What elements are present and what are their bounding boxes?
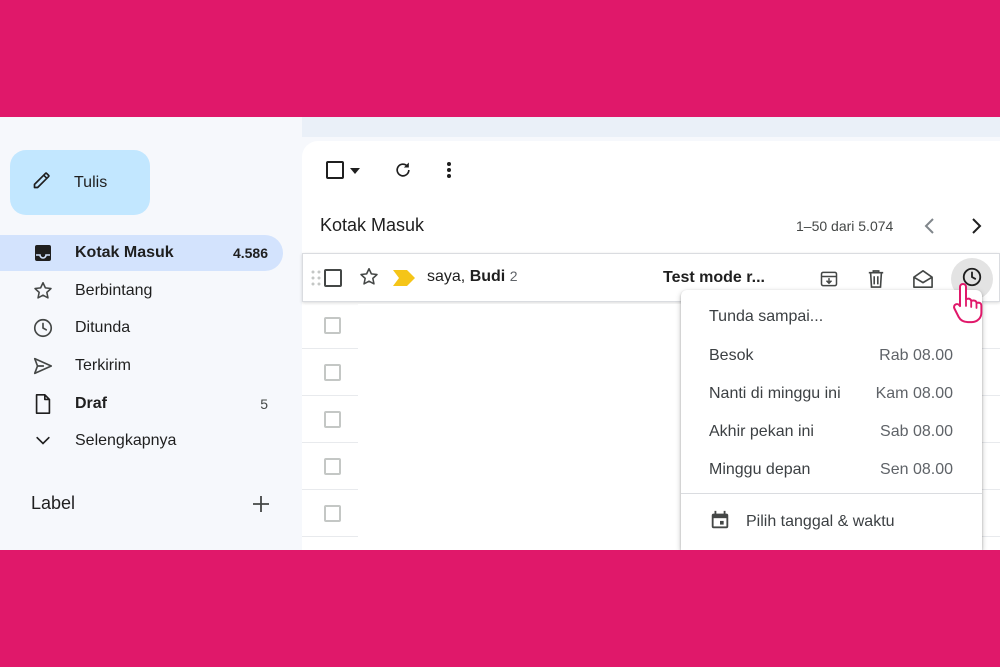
checkbox-icon	[326, 161, 344, 179]
menu-divider	[681, 493, 982, 494]
archive-icon[interactable]	[816, 266, 842, 292]
row-checkbox[interactable]	[324, 505, 341, 522]
draft-count: 5	[260, 396, 268, 412]
snooze-option-later-this-week[interactable]: Nanti di minggu ini Kam 08.00	[681, 375, 982, 413]
draft-icon	[32, 393, 54, 415]
sidebar-item-starred[interactable]: Berbintang	[0, 273, 283, 309]
unread-count: 4.586	[232, 245, 268, 261]
row-checkbox[interactable]	[324, 269, 342, 287]
sidebar-item-label: Terkirim	[75, 357, 131, 374]
chevron-left-icon[interactable]	[918, 215, 940, 237]
snooze-option-tomorrow[interactable]: Besok Rab 08.00	[681, 337, 982, 375]
important-marker-icon[interactable]	[393, 270, 415, 291]
more-vert-icon[interactable]	[439, 158, 459, 182]
compose-label: Tulis	[74, 173, 108, 191]
sidebar-item-label: Draf	[75, 395, 108, 412]
snooze-menu: Tunda sampai... Besok Rab 08.00 Nanti di …	[681, 290, 982, 550]
thread-count: 2	[509, 268, 518, 284]
sidebar-item-snoozed[interactable]: Ditunda	[0, 310, 283, 346]
sidebar-item-drafts[interactable]: Draf 5	[0, 386, 283, 422]
email-sender: saya, Budi 2	[427, 268, 518, 285]
email-subject: Test mode r...	[663, 269, 765, 286]
snooze-option-this-weekend[interactable]: Akhir pekan ini Sab 08.00	[681, 413, 982, 451]
page-title: Kotak Masuk	[320, 215, 425, 235]
pick-date-time-option[interactable]: Pilih tanggal & waktu	[681, 502, 982, 542]
sidebar-item-more[interactable]: Selengkapnya	[0, 423, 283, 459]
clock-icon	[32, 317, 54, 339]
calendar-icon	[709, 509, 731, 536]
row-checkbox[interactable]	[324, 364, 341, 381]
drag-handle-icon[interactable]	[311, 269, 321, 292]
clock-icon	[961, 266, 983, 293]
row-checkbox[interactable]	[324, 411, 341, 428]
snooze-menu-title: Tunda sampai...	[709, 308, 824, 325]
sidebar-item-label: Ditunda	[75, 319, 131, 336]
chevron-down-icon	[32, 430, 54, 452]
refresh-icon[interactable]	[391, 158, 415, 182]
select-all-checkbox[interactable]	[322, 159, 364, 181]
row-checkbox[interactable]	[324, 317, 341, 334]
sidebar-item-inbox[interactable]: Kotak Masuk 4.586	[0, 235, 283, 271]
plus-icon[interactable]	[250, 493, 272, 515]
redacted-area	[358, 304, 688, 550]
pagination-range: 1–50 dari 5.074	[796, 218, 894, 234]
trash-icon[interactable]	[863, 266, 889, 292]
sidebar-item-label: Berbintang	[75, 282, 153, 299]
gmail-window: Tulis Kotak Masuk 4.586 Berbintang Ditun…	[0, 117, 1000, 550]
inbox-icon	[32, 242, 54, 264]
pencil-icon	[32, 170, 52, 195]
row-checkbox[interactable]	[324, 458, 341, 475]
compose-button[interactable]: Tulis	[10, 150, 150, 215]
labels-heading: Label	[31, 493, 76, 513]
mark-read-icon[interactable]	[910, 266, 936, 292]
chevron-right-icon[interactable]	[966, 215, 988, 237]
snooze-option-next-week[interactable]: Minggu depan Sen 08.00	[681, 451, 982, 489]
search-bar-edge	[302, 117, 1000, 137]
star-icon[interactable]	[358, 266, 380, 293]
caret-down-icon	[350, 161, 360, 179]
sidebar-item-label: Selengkapnya	[75, 432, 177, 449]
star-icon	[32, 280, 54, 302]
sidebar-item-label: Kotak Masuk	[75, 244, 174, 261]
sidebar-item-sent[interactable]: Terkirim	[0, 348, 283, 384]
send-icon	[32, 355, 54, 377]
